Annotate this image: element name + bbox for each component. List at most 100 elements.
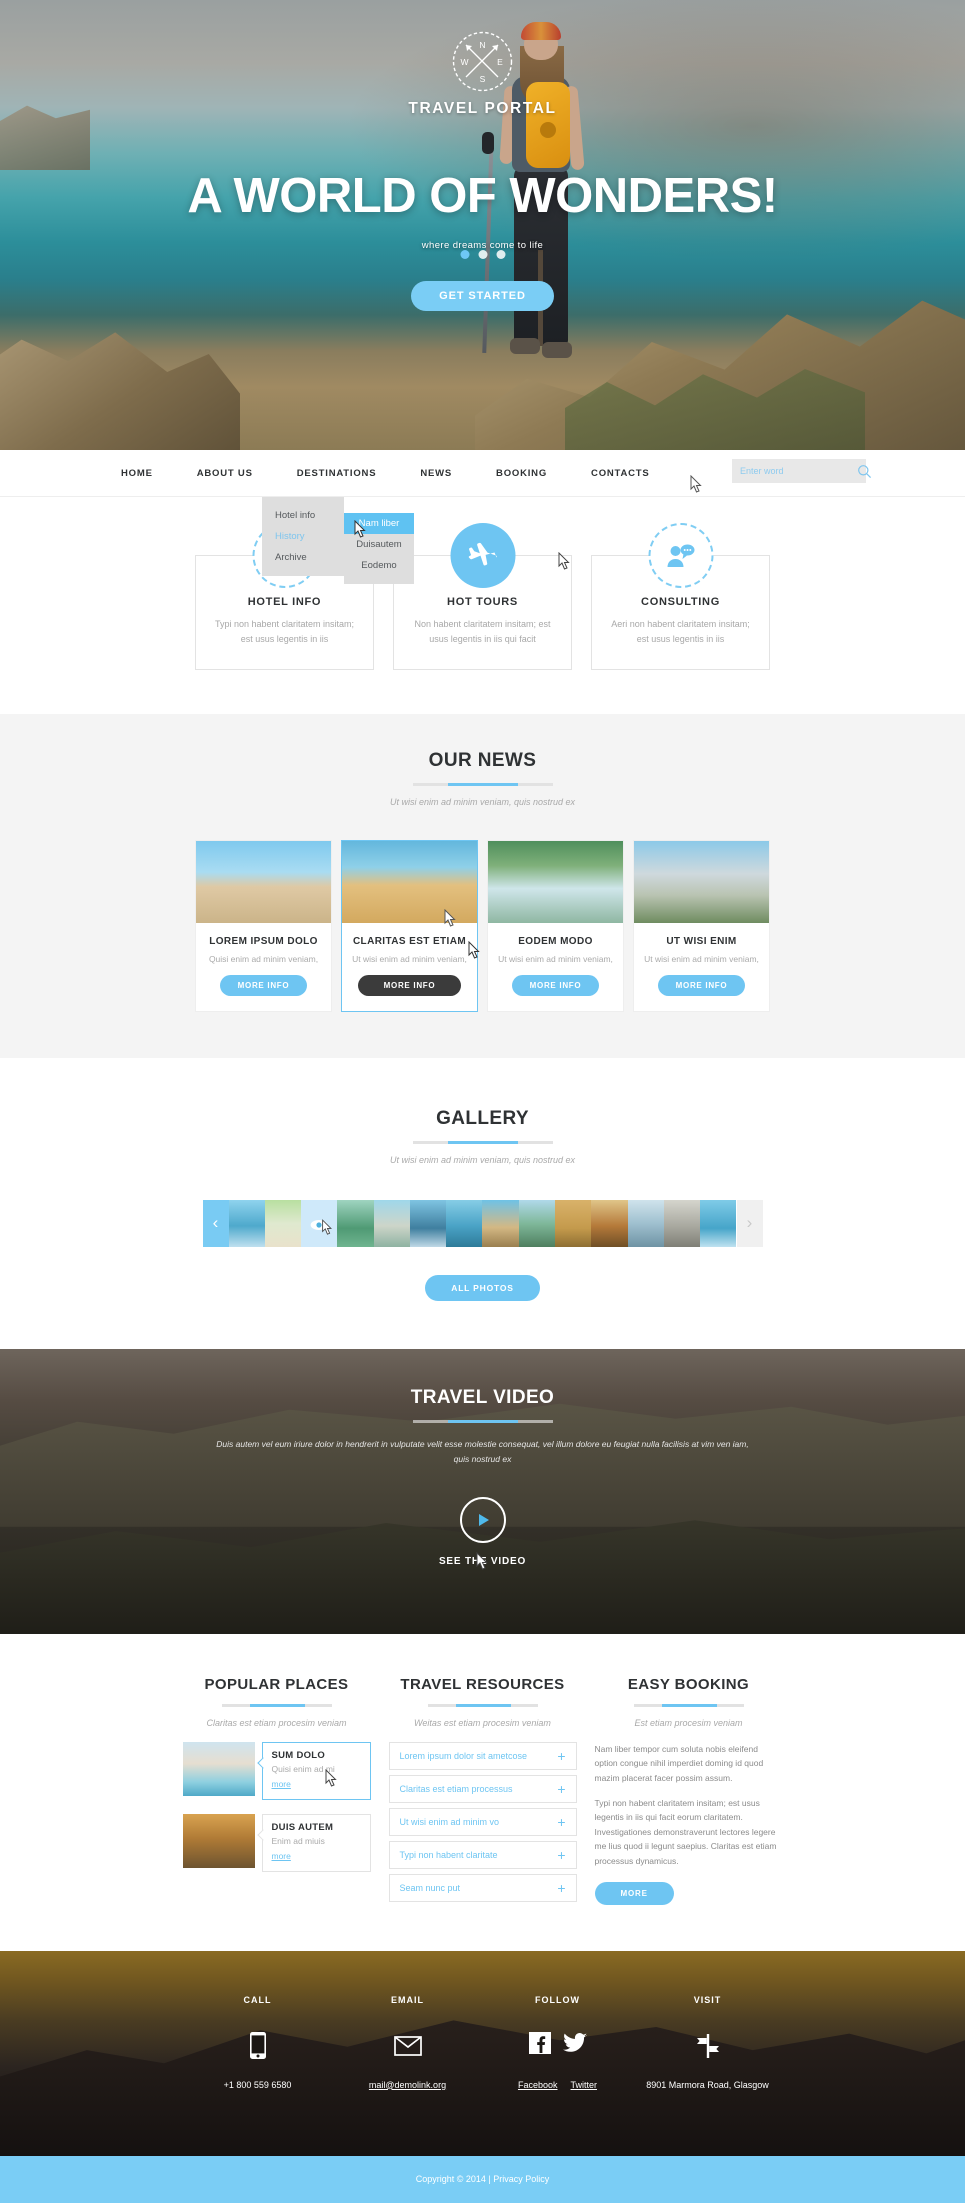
social-icons[interactable] [483, 2028, 633, 2064]
place-box-2[interactable]: DUIS AUTEM Enim ad miuis more [261, 1813, 371, 1872]
chevron-right-icon[interactable]: › [736, 1199, 763, 1247]
get-started-button[interactable]: GET STARTED [411, 281, 554, 311]
accordion-label-1: Lorem ipsum dolor sit ametcose [399, 1750, 528, 1761]
facebook-icon[interactable] [528, 2032, 551, 2059]
nav-link-about-us[interactable]: ABOUT US [175, 450, 275, 497]
envelope-icon [333, 2028, 483, 2064]
nav-list: HOME ABOUT US DESTINATIONS NEWS BOOKING … [99, 450, 672, 497]
news-card-3[interactable]: EODEM MODO Ut wisi enim ad minim veniam,… [487, 839, 624, 1012]
nav-link-news[interactable]: NEWS [398, 450, 474, 497]
site-footer: CALL +1 800 559 6580 EMAIL mail@demolink… [0, 1950, 965, 2156]
search-input[interactable] [740, 466, 857, 476]
copyright-text[interactable]: Copyright © 2014 | Privacy Policy [416, 2174, 550, 2184]
gallery-thumb-3[interactable] [301, 1199, 338, 1247]
hero-slider-dots[interactable] [460, 250, 505, 259]
news-title: OUR NEWS [428, 749, 537, 771]
gallery-thumb-11[interactable] [591, 1199, 628, 1247]
svg-text:E: E [497, 57, 503, 67]
submenu-item-eodemo[interactable]: Eodemo [344, 555, 414, 576]
nav-item-booking[interactable]: BOOKING [474, 450, 569, 497]
hero-dot-2[interactable] [478, 250, 487, 259]
gallery-thumb-10[interactable] [555, 1199, 592, 1247]
submenu-item-nam-liber[interactable]: Nam liber [344, 513, 414, 534]
gallery-thumb-8[interactable] [482, 1199, 519, 1247]
nav-item-contacts[interactable]: CONTACTS [569, 450, 671, 497]
nav-item-home[interactable]: HOME [99, 450, 175, 497]
gallery-thumb-2[interactable] [264, 1199, 302, 1247]
footer-link-twitter[interactable]: Twitter [571, 2080, 598, 2090]
gallery-thumb-14[interactable] [700, 1199, 737, 1247]
see-the-video-caption[interactable]: SEE THE VIDEO [0, 1556, 965, 1567]
footer-link-facebook[interactable]: Facebook [518, 2080, 558, 2090]
service-title-hotel-info: HOTEL INFO [247, 596, 322, 608]
gallery-thumb-5[interactable] [373, 1199, 410, 1247]
compass-logo-icon: N W E S [451, 30, 514, 93]
nav-item-about-us[interactable]: ABOUT US [175, 450, 275, 497]
plus-icon[interactable]: + [557, 1749, 565, 1763]
dropdown-item-archive[interactable]: Archive [262, 547, 344, 568]
accordion-item-5[interactable]: Seam nunc put + [388, 1873, 577, 1902]
submenu-item-duisautem[interactable]: Duisautem [344, 534, 414, 555]
service-card-consulting[interactable]: CONSULTING Aeri non habent claritatem in… [591, 523, 770, 670]
gallery-thumbnail-strip[interactable]: ‹ › [202, 1199, 763, 1247]
gallery-thumbs[interactable] [228, 1199, 737, 1247]
accordion-item-4[interactable]: Typi non habent claritate + [388, 1840, 577, 1869]
twitter-icon[interactable] [562, 2033, 587, 2058]
gallery-thumb-12[interactable] [627, 1199, 664, 1247]
news-image-4 [634, 840, 769, 923]
services-section: HOTEL INFO Typi non habent claritatem in… [0, 497, 965, 714]
news-card-1[interactable]: LOREM IPSUM DOLO Quisi enim ad minim ven… [195, 839, 332, 1012]
accordion-item-1[interactable]: Lorem ipsum dolor sit ametcose + [388, 1741, 577, 1770]
gallery-thumb-13[interactable] [663, 1199, 701, 1247]
easy-booking-more-button[interactable]: MORE [594, 1881, 674, 1905]
service-text-hotel-info: Typi non habent claritatem insitam; est … [214, 619, 355, 644]
footer-column-follow: FOLLOW Facebook Twitter [483, 1995, 633, 2090]
nav-link-home[interactable]: HOME [99, 450, 175, 497]
accordion-item-3[interactable]: Ut wisi enim ad minim vo + [388, 1807, 577, 1836]
search-icon[interactable] [857, 464, 872, 479]
plus-icon[interactable]: + [557, 1881, 565, 1895]
gallery-thumb-7[interactable] [446, 1199, 483, 1247]
hero-dot-3[interactable] [496, 250, 505, 259]
news-card-2[interactable]: CLARITAS EST ETIAM Ut wisi enim ad minim… [341, 839, 480, 1012]
plus-icon[interactable]: + [557, 1815, 565, 1829]
service-card-hot-tours[interactable]: HOT TOURS Non habent claritatem insitam;… [393, 523, 572, 670]
nav-link-contacts[interactable]: CONTACTS [569, 450, 671, 497]
footer-email-link[interactable]: mail@demolink.org [369, 2080, 446, 2090]
submenu-history[interactable]: Nam liber Duisautem Eodemo [344, 513, 414, 584]
place-more-link-1[interactable]: more [272, 1779, 291, 1789]
footer-social-links[interactable]: Facebook Twitter [483, 2080, 633, 2090]
footer-email-value[interactable]: mail@demolink.org [333, 2080, 483, 2090]
plus-icon[interactable]: + [557, 1782, 565, 1796]
news-more-button-4[interactable]: MORE INFO [657, 974, 746, 996]
place-item-2[interactable]: DUIS AUTEM Enim ad miuis more [182, 1813, 371, 1872]
place-item-1[interactable]: SUM DOLO Quisi enim ad mi more [182, 1741, 371, 1800]
gallery-thumb-4[interactable] [337, 1199, 374, 1247]
dropdown-item-hotel-info[interactable]: Hotel info [262, 505, 344, 526]
dropdown-menu-about-us[interactable]: Hotel info History Archive Nam liber Dui… [262, 497, 414, 584]
news-more-button-1[interactable]: MORE INFO [219, 974, 308, 996]
plus-icon[interactable]: + [557, 1848, 565, 1862]
nav-item-news[interactable]: NEWS [398, 450, 474, 497]
play-icon[interactable] [459, 1497, 506, 1544]
gallery-thumb-6[interactable] [409, 1199, 447, 1247]
gallery-thumb-1[interactable] [228, 1199, 265, 1247]
news-image-2 [342, 840, 477, 923]
hero-dot-1[interactable] [460, 250, 469, 259]
news-more-button-2[interactable]: MORE INFO [357, 974, 462, 996]
accordion-item-2[interactable]: Claritas est etiam processus + [388, 1774, 577, 1803]
place-image-1 [182, 1741, 255, 1796]
chevron-left-icon[interactable]: ‹ [202, 1199, 229, 1247]
place-box-1[interactable]: SUM DOLO Quisi enim ad mi more [261, 1741, 371, 1800]
nav-link-booking[interactable]: BOOKING [474, 450, 569, 497]
news-more-button-3[interactable]: MORE INFO [511, 974, 600, 996]
nav-link-destinations[interactable]: DESTINATIONS [275, 450, 399, 497]
place-more-link-2[interactable]: more [272, 1851, 291, 1861]
dropdown-item-history[interactable]: History [262, 526, 344, 547]
nav-item-destinations[interactable]: DESTINATIONS [275, 450, 399, 497]
gallery-thumb-9[interactable] [518, 1199, 556, 1247]
news-card-4[interactable]: UT WISI ENIM Ut wisi enim ad minim venia… [633, 839, 770, 1012]
easy-booking-column: EASY BOOKING Est etiam procesim veniam N… [594, 1676, 783, 1907]
search-box[interactable] [732, 459, 872, 483]
all-photos-button[interactable]: ALL PHOTOS [425, 1274, 540, 1301]
